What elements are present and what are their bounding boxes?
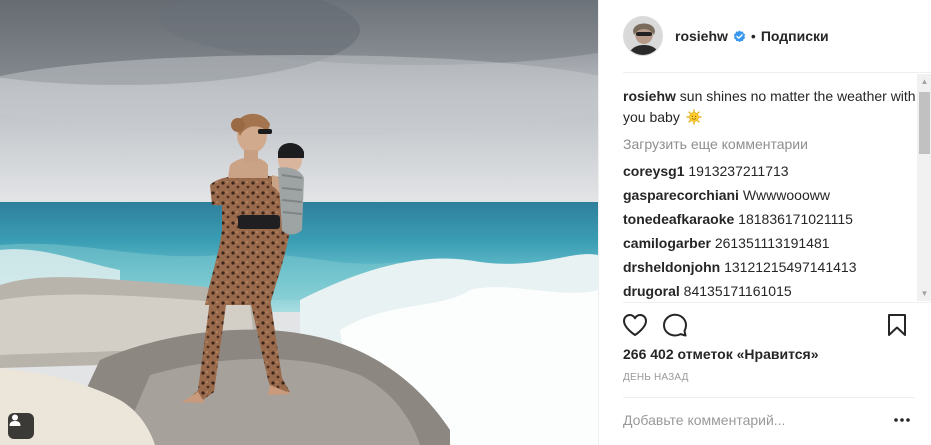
header-divider: [623, 72, 931, 73]
comment-username[interactable]: coreysg1: [623, 163, 684, 179]
comment-username[interactable]: gasparecorchiani: [623, 187, 739, 203]
comment-username[interactable]: drugoral: [623, 283, 680, 299]
comment-text: 84135171161015: [683, 283, 792, 299]
post-header: rosiehw • Подписки: [599, 0, 931, 72]
caption-username[interactable]: rosiehw: [623, 88, 676, 104]
tagged-users-button[interactable]: [8, 413, 34, 439]
scrollbar-thumb[interactable]: [919, 92, 930, 154]
comment-username[interactable]: camilogarber: [623, 235, 711, 251]
load-more-comments-button[interactable]: Загрузить еще комментарии: [623, 132, 917, 156]
sun-with-face-icon: [686, 109, 702, 125]
beach-photo-illustration: [0, 0, 598, 445]
post-caption: rosiehw sun shines no matter the weather…: [623, 86, 917, 128]
comment-username[interactable]: drsheldonjohn: [623, 259, 720, 275]
more-options-button[interactable]: [890, 410, 914, 430]
add-comment-input[interactable]: [623, 408, 893, 432]
more-options-icon: [894, 418, 910, 422]
user-tag-icon: [9, 414, 21, 426]
comments-list[interactable]: rosiehw sun shines no matter the weather…: [623, 84, 917, 302]
following-button[interactable]: Подписки: [761, 28, 829, 44]
bookmark-icon: [888, 314, 906, 336]
verified-badge-icon: [733, 29, 746, 42]
comments-divider: [623, 302, 931, 303]
save-button[interactable]: [883, 311, 911, 339]
header-separator: •: [750, 28, 756, 44]
comment-row: drsheldonjohn 13121215497141413: [623, 255, 917, 279]
post-actions: [621, 311, 911, 341]
comment-text: 13121215497141413: [724, 259, 857, 275]
post-photo[interactable]: [0, 0, 598, 445]
comment-row: drugoral 84135171161015: [623, 279, 917, 302]
author-username[interactable]: rosiehw: [675, 28, 728, 44]
avatar-image: [624, 17, 662, 55]
comment-row: gasparecorchiani Wwwwoooww: [623, 183, 917, 207]
comment-row: camilogarber 261351113191481: [623, 231, 917, 255]
likes-count[interactable]: 266 402 отметок «Нравится»: [623, 346, 819, 362]
comment-username[interactable]: tonedeafkaraoke: [623, 211, 734, 227]
comment-text: 261351113191481: [714, 235, 830, 251]
comments-scrollbar[interactable]: ▲ ▼: [917, 74, 931, 301]
comment-text: Wwwwoooww: [742, 187, 830, 203]
avatar[interactable]: [623, 16, 663, 56]
comment-text: 181836171021115: [738, 211, 853, 227]
post-timestamp[interactable]: День назад: [623, 372, 689, 383]
scroll-down-arrow-icon[interactable]: ▼: [917, 286, 931, 301]
scroll-up-arrow-icon[interactable]: ▲: [917, 74, 931, 89]
add-comment-divider: [623, 397, 915, 398]
comment-row: coreysg1 1913237211713: [623, 159, 917, 183]
heart-icon: [623, 314, 647, 336]
like-button[interactable]: [621, 311, 649, 339]
comment-button[interactable]: [661, 311, 689, 339]
comment-bubble-icon: [663, 313, 687, 337]
comment-text: 1913237211713: [688, 163, 789, 179]
post-side-panel: rosiehw • Подписки rosiehw sun shines no…: [598, 0, 931, 445]
comment-row: tonedeafkaraoke 181836171021115: [623, 207, 917, 231]
